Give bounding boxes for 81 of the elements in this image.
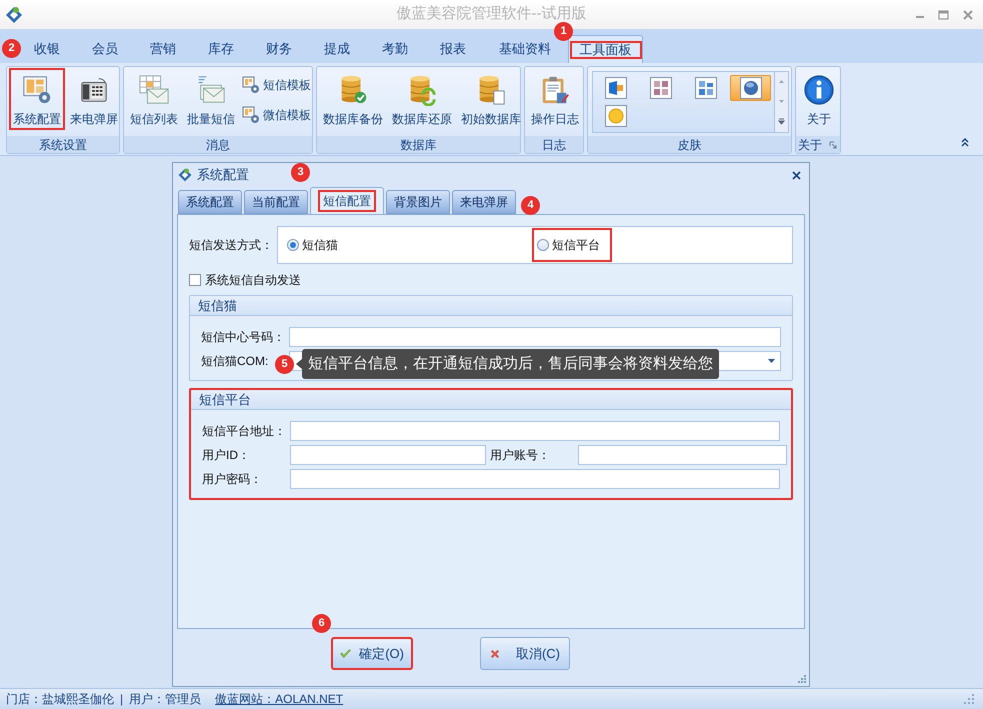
- window-title: 傲蓝美容院管理软件--试用版: [396, 5, 586, 22]
- ribbon-tab[interactable]: 收银: [18, 35, 76, 63]
- table-envelope-icon: [137, 74, 171, 106]
- dialog-tab[interactable]: 当前配置: [244, 190, 308, 214]
- ribbon-tab[interactable]: 提成: [308, 35, 366, 63]
- radio-option[interactable]: 短信猫: [282, 228, 343, 262]
- group-label: 关于: [798, 136, 822, 154]
- sun-icon: [607, 107, 626, 125]
- group-label: 皮肤: [678, 136, 702, 154]
- group-label: 系统设置: [39, 136, 87, 154]
- app-logo-icon: [4, 4, 24, 24]
- size-grip-icon: [797, 674, 806, 683]
- ribbon-tab[interactable]: 会员: [76, 35, 134, 63]
- ribbon-button[interactable]: 数据库还原: [388, 68, 456, 130]
- ribbon-button[interactable]: 微信模板: [242, 104, 311, 126]
- sphere-icon: [742, 79, 760, 97]
- dialog-tab[interactable]: 背景图片: [386, 190, 450, 214]
- panel-gear-icon: [242, 76, 260, 94]
- dropdown-caret-icon: [768, 359, 775, 363]
- status-text: 用户：管理员: [129, 691, 202, 708]
- collapse-ribbon-icon: [960, 137, 970, 147]
- ribbon-tab[interactable]: 财务: [250, 35, 308, 63]
- ribbon-button[interactable]: 短信列表: [126, 68, 182, 130]
- tiles-icon: [696, 79, 715, 97]
- skin-option[interactable]: [730, 75, 771, 101]
- ribbon-button[interactable]: 短信模板: [242, 74, 311, 96]
- dialog-title: 系统配置: [197, 166, 249, 184]
- ribbon-button[interactable]: 数据库备份: [319, 68, 387, 130]
- input-field[interactable]: [578, 445, 787, 465]
- close-icon: [792, 170, 801, 180]
- callout-badge: 4: [521, 196, 540, 215]
- input-field[interactable]: [290, 469, 780, 489]
- minimize-icon: [916, 16, 924, 18]
- dialog-tab[interactable]: 来电弹屏: [452, 190, 516, 214]
- tooltip-pointer-icon: [296, 359, 302, 369]
- close-icon: [963, 10, 973, 20]
- field-label: 用户ID：: [202, 447, 250, 464]
- ribbon-button[interactable]: 批量短信: [183, 68, 239, 130]
- input-field[interactable]: [290, 445, 486, 465]
- ribbon-tab[interactable]: 库存: [192, 35, 250, 63]
- ribbon-button[interactable]: 来电弹屏: [66, 68, 122, 130]
- dialog-button[interactable]: 取消(C): [480, 637, 570, 670]
- ribbon-button[interactable]: 关于: [798, 68, 840, 130]
- group-label: 日志: [542, 136, 566, 154]
- input-field[interactable]: [290, 421, 780, 441]
- ribbon-tab[interactable]: 工具面板: [568, 35, 643, 63]
- ribbon-button[interactable]: 操作日志: [527, 68, 583, 130]
- field-label: 短信猫COM:: [201, 353, 268, 370]
- dialog-tab[interactable]: 短信配置: [310, 187, 384, 214]
- field-label: 短信发送方式：: [189, 237, 274, 254]
- field-label: 用户密码：: [202, 471, 262, 488]
- callout-badge: 3: [291, 163, 310, 182]
- gallery-expand-icon: [775, 111, 788, 132]
- info-icon: [802, 74, 836, 106]
- status-separator: |: [120, 691, 124, 708]
- ribbon-tab[interactable]: 考勤: [366, 35, 424, 63]
- tooltip: 短信平台信息，在开通短信成功后，售后同事会将资料发给您: [302, 349, 719, 379]
- maximize-icon: [938, 10, 949, 20]
- ribbon-button[interactable]: 初始数据库: [457, 68, 525, 130]
- dialog-button[interactable]: 確定(O): [331, 637, 413, 670]
- ribbon-tab[interactable]: 报表: [424, 35, 482, 63]
- group-label: 消息: [206, 136, 230, 154]
- input-field[interactable]: [289, 327, 781, 347]
- ribbon-button[interactable]: 系统配置: [9, 68, 65, 130]
- group-title: 短信平台: [199, 390, 251, 409]
- website-link[interactable]: 傲蓝网站：AOLAN.NET: [215, 690, 344, 708]
- field-label: 用户账号：: [490, 447, 550, 464]
- group-label: 数据库: [400, 136, 436, 154]
- group-title: 短信猫: [198, 296, 237, 315]
- panel-gear-icon: [242, 106, 260, 124]
- dialog-tab[interactable]: 系统配置: [178, 190, 242, 214]
- size-grip-icon: [963, 693, 975, 705]
- field-label: 短信平台地址：: [202, 423, 286, 440]
- tiles-icon: [652, 79, 670, 97]
- field-label: 短信中心号码：: [201, 329, 285, 346]
- app-logo-icon: [177, 167, 193, 183]
- callout-badge: 5: [275, 355, 294, 374]
- radio-option[interactable]: 短信平台: [532, 228, 612, 262]
- status-text: 门店：盐城熙圣伽伦: [6, 691, 114, 708]
- ribbon-tab[interactable]: 营销: [134, 35, 192, 63]
- checkbox-option[interactable]: 系统短信自动发送: [189, 271, 301, 289]
